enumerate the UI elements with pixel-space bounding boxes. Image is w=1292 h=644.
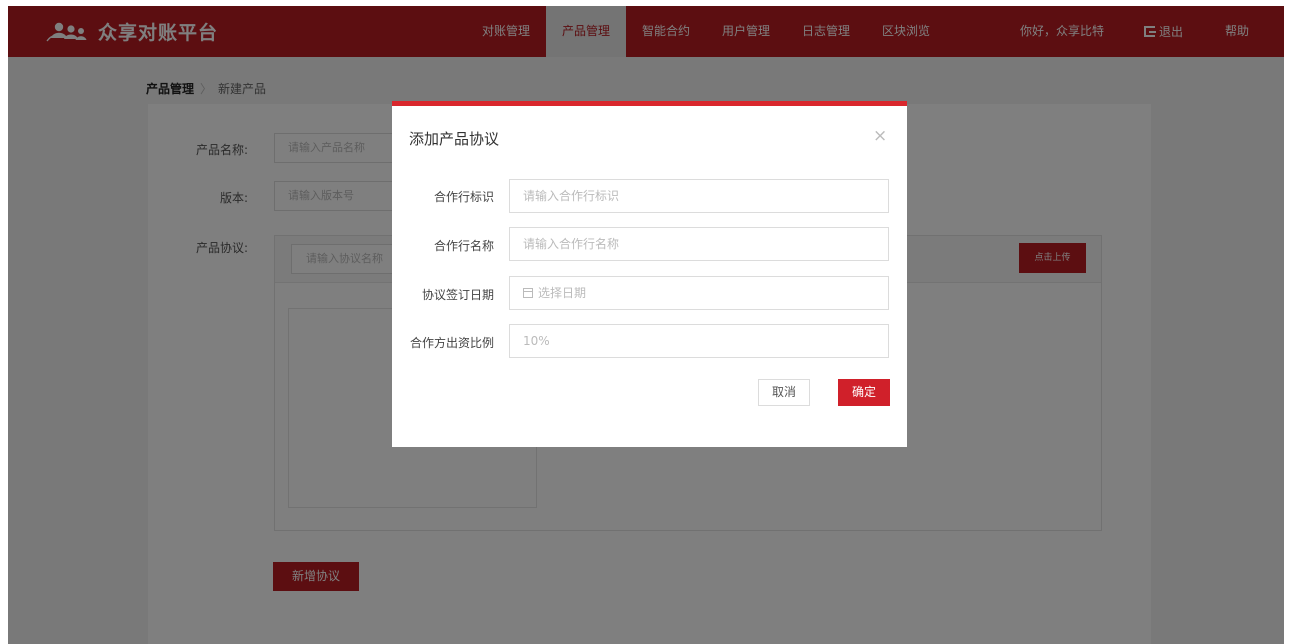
close-icon[interactable]: × (873, 126, 887, 146)
funding-ratio-label: 合作方出资比例 (409, 336, 494, 350)
confirm-button[interactable]: 确定 (838, 379, 890, 406)
modal-title: 添加产品协议 (409, 130, 500, 148)
cancel-button[interactable]: 取消 (758, 379, 810, 406)
add-agreement-modal: 添加产品协议 × 合作行标识 请输入合作行标识 合作行名称 请输入合作行名称 协… (392, 101, 907, 447)
partner-id-placeholder: 请输入合作行标识 (523, 189, 620, 203)
partner-name-label: 合作行名称 (433, 239, 494, 253)
calendar-icon (523, 288, 533, 298)
partner-id-label: 合作行标识 (433, 190, 494, 204)
partner-id-input[interactable]: 请输入合作行标识 (509, 179, 889, 213)
sign-date-placeholder: 选择日期 (538, 286, 587, 300)
sign-date-label: 协议签订日期 (421, 288, 494, 302)
sign-date-picker[interactable]: 选择日期 (509, 276, 889, 310)
partner-name-placeholder: 请输入合作行名称 (523, 237, 620, 251)
funding-ratio-placeholder: 10% (523, 334, 550, 348)
app-frame: 众享对账平台 对账管理 产品管理 智能合约 用户管理 日志管理 区块浏览 你好，… (8, 6, 1284, 644)
funding-ratio-input[interactable]: 10% (509, 324, 889, 358)
partner-name-input[interactable]: 请输入合作行名称 (509, 227, 889, 261)
